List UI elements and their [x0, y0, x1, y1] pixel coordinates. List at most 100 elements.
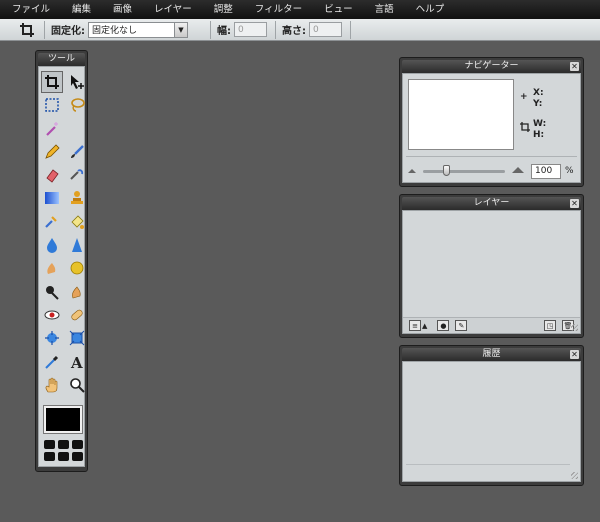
view-mode-button[interactable] [58, 452, 69, 461]
red-eye-icon[interactable] [41, 304, 63, 326]
color-picker-icon[interactable] [41, 351, 63, 373]
width-label: 幅: [217, 26, 231, 37]
menu-help[interactable]: ヘルプ [405, 0, 456, 19]
menu-layer[interactable]: レイヤー [143, 0, 203, 19]
layers-body: ≡ ▲ ● ✎ ◳ 🗑 [402, 210, 581, 334]
eraser-icon[interactable] [41, 164, 63, 186]
chevron-down-icon[interactable]: ▼ [174, 22, 187, 37]
menu-view[interactable]: ビュー [313, 0, 364, 19]
w-label: W: [533, 119, 547, 129]
view-mode-button[interactable] [44, 452, 55, 461]
paint-bucket-icon[interactable] [66, 211, 88, 233]
pencil-icon[interactable] [41, 141, 63, 163]
hand-icon[interactable] [41, 374, 63, 396]
close-icon[interactable]: ✕ [570, 350, 579, 359]
divider [275, 20, 276, 39]
crop-icon [16, 21, 38, 39]
tools-panel: ツール A [35, 50, 88, 472]
history-body [402, 361, 581, 482]
dodge-icon[interactable] [41, 281, 63, 303]
stamp-icon[interactable] [66, 187, 88, 209]
menu-adjust[interactable]: 調整 [203, 0, 244, 19]
close-icon[interactable]: ✕ [570, 199, 579, 208]
resize-grip[interactable] [571, 472, 578, 479]
menu-image[interactable]: 画像 [102, 0, 143, 19]
tools-panel-title[interactable]: ツール [38, 53, 85, 66]
lasso-icon[interactable] [66, 94, 88, 116]
zoom-icon[interactable] [66, 374, 88, 396]
menu-file[interactable]: ファイル [0, 0, 61, 19]
history-panel: 履歴 ✕ [399, 345, 584, 486]
gradient-icon[interactable] [41, 187, 63, 209]
y-label: Y: [533, 99, 543, 109]
divider [44, 20, 45, 39]
sponge-icon[interactable] [66, 257, 88, 279]
crop-icon[interactable] [41, 71, 63, 93]
menu-bar: ファイル 編集 画像 レイヤー 調整 フィルター ビュー 言語 ヘルプ [0, 0, 600, 19]
brush-icon[interactable] [66, 141, 88, 163]
navigator-panel: ナビゲーター ✕ + X: Y: W: H: 100 % [399, 57, 584, 187]
view-mode-button[interactable] [72, 440, 83, 449]
bloat-icon[interactable] [41, 327, 63, 349]
layers-title[interactable]: レイヤー ✕ [402, 197, 581, 210]
zoom-in-icon[interactable] [511, 166, 525, 177]
chevron-up-icon[interactable]: ▲ [422, 322, 427, 330]
divider [406, 464, 570, 465]
zoom-slider-knob[interactable] [443, 164, 450, 176]
constraint-value: 固定化なし [92, 26, 138, 36]
new-layer-icon[interactable]: ◳ [544, 320, 556, 331]
resize-grip[interactable] [571, 324, 578, 331]
zoom-out-icon[interactable] [407, 166, 417, 177]
svg-text:A: A [70, 354, 83, 370]
selection-size-icon [520, 122, 530, 135]
layer-settings-icon[interactable]: ≡ [409, 320, 421, 331]
blank-slot [66, 118, 88, 140]
divider [406, 156, 577, 157]
view-mode-grid [44, 440, 83, 461]
menu-filter[interactable]: フィルター [244, 0, 313, 19]
options-bar: 固定化: 固定化なし ▼ 幅: 0 高さ: 0 [0, 19, 600, 41]
burn-icon[interactable] [66, 281, 88, 303]
constraint-label: 固定化: [51, 26, 85, 37]
zoom-row: 100 % [407, 163, 583, 179]
width-input[interactable]: 0 [234, 22, 267, 37]
color-swatch[interactable] [44, 406, 82, 433]
view-mode-button[interactable] [58, 440, 69, 449]
close-icon[interactable]: ✕ [570, 62, 579, 71]
layer-mask-icon[interactable]: ● [437, 320, 450, 331]
cursor-icon: + [520, 92, 528, 102]
h-label: H: [533, 130, 545, 140]
layers-title-text: レイヤー [473, 198, 510, 208]
navigator-preview[interactable] [408, 79, 514, 150]
navigator-title-text: ナビゲーター [464, 61, 519, 71]
layer-style-icon[interactable]: ✎ [455, 320, 468, 331]
constraint-select[interactable]: 固定化なし ▼ [88, 21, 188, 38]
color-replace-icon[interactable] [41, 211, 63, 233]
menu-language[interactable]: 言語 [364, 0, 405, 19]
pinch-icon[interactable] [66, 327, 88, 349]
zoom-input[interactable]: 100 [531, 163, 561, 179]
blur-icon[interactable] [41, 234, 63, 256]
sharpen-icon[interactable] [66, 234, 88, 256]
history-title-text: 履歴 [482, 349, 501, 359]
divider [350, 20, 351, 39]
menu-edit[interactable]: 編集 [61, 0, 102, 19]
marquee-icon[interactable] [41, 94, 63, 116]
history-title[interactable]: 履歴 ✕ [402, 348, 581, 361]
zoom-unit: % [565, 166, 574, 176]
replace-color-icon[interactable] [66, 164, 88, 186]
layers-footer: ≡ ▲ ● ✎ ◳ 🗑 [403, 317, 580, 333]
divider [210, 20, 211, 39]
navigator-body: + X: Y: W: H: 100 % [402, 73, 581, 183]
view-mode-button[interactable] [72, 452, 83, 461]
view-mode-button[interactable] [44, 440, 55, 449]
height-input[interactable]: 0 [309, 22, 342, 37]
smudge-icon[interactable] [41, 257, 63, 279]
spot-heal-icon[interactable] [66, 304, 88, 326]
move-icon[interactable] [66, 71, 88, 93]
zoom-slider[interactable] [423, 164, 505, 176]
navigator-title[interactable]: ナビゲーター ✕ [402, 60, 581, 73]
type-icon[interactable]: A [66, 351, 88, 373]
height-label: 高さ: [282, 26, 306, 37]
magic-wand-icon[interactable] [41, 118, 63, 140]
